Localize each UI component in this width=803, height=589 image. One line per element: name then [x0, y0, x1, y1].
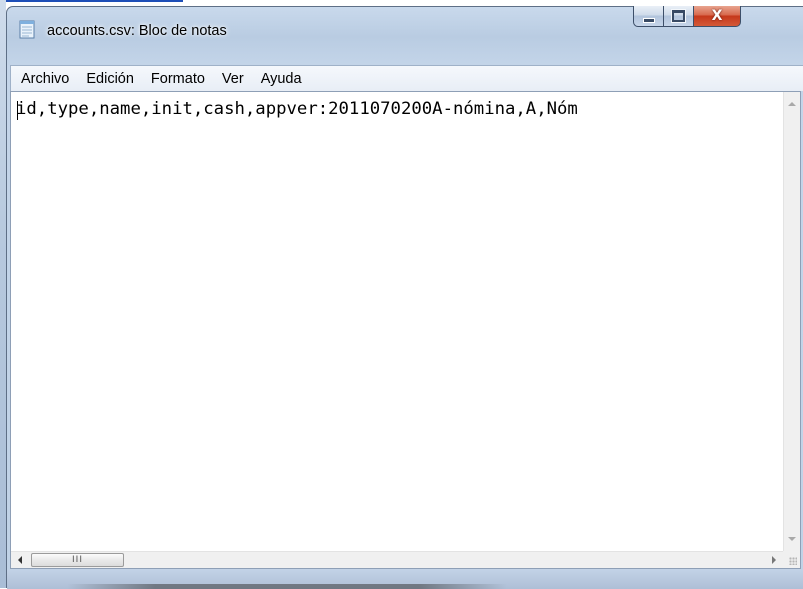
notepad-icon[interactable] — [19, 19, 35, 39]
close-icon: X — [711, 8, 723, 24]
scrollbar-corner — [783, 551, 800, 568]
maximize-icon — [671, 9, 686, 23]
scroll-thumb-grip: III — [72, 555, 83, 565]
minimize-button[interactable] — [633, 6, 663, 27]
horizontal-scroll-thumb[interactable]: III — [31, 553, 124, 567]
menu-bar: Archivo Edición Formato Ver Ayuda — [10, 65, 803, 91]
horizontal-scrollbar[interactable]: III — [11, 551, 784, 568]
resize-grip-icon[interactable] — [789, 557, 797, 565]
scroll-left-icon[interactable] — [18, 556, 22, 564]
maximize-button[interactable] — [663, 6, 693, 27]
menu-edicion[interactable]: Edición — [86, 71, 134, 87]
menu-formato[interactable]: Formato — [151, 71, 205, 87]
window-title: accounts.csv: Bloc de notas — [47, 23, 227, 39]
text-caret — [17, 101, 18, 120]
scroll-up-icon[interactable] — [788, 102, 796, 106]
menu-ver[interactable]: Ver — [222, 71, 244, 87]
close-button[interactable]: X — [693, 6, 741, 27]
minimize-icon — [642, 17, 655, 23]
text-editor[interactable]: id,type,name,init,cash,appver:2011070200… — [10, 91, 801, 569]
taskbar-shadow — [67, 584, 507, 589]
caption-buttons: X — [633, 6, 798, 27]
menu-archivo[interactable]: Archivo — [21, 71, 69, 87]
link-underline — [0, 0, 183, 2]
scroll-down-icon[interactable] — [788, 537, 796, 541]
scroll-right-icon[interactable] — [772, 556, 776, 564]
title-bar[interactable]: accounts.csv: Bloc de notas X — [7, 6, 803, 59]
vertical-scrollbar[interactable] — [783, 92, 800, 551]
notepad-window: accounts.csv: Bloc de notas X Archivo Ed… — [6, 6, 803, 589]
menu-ayuda[interactable]: Ayuda — [261, 71, 302, 87]
editor-content[interactable]: id,type,name,init,cash,appver:2011070200… — [16, 99, 578, 119]
